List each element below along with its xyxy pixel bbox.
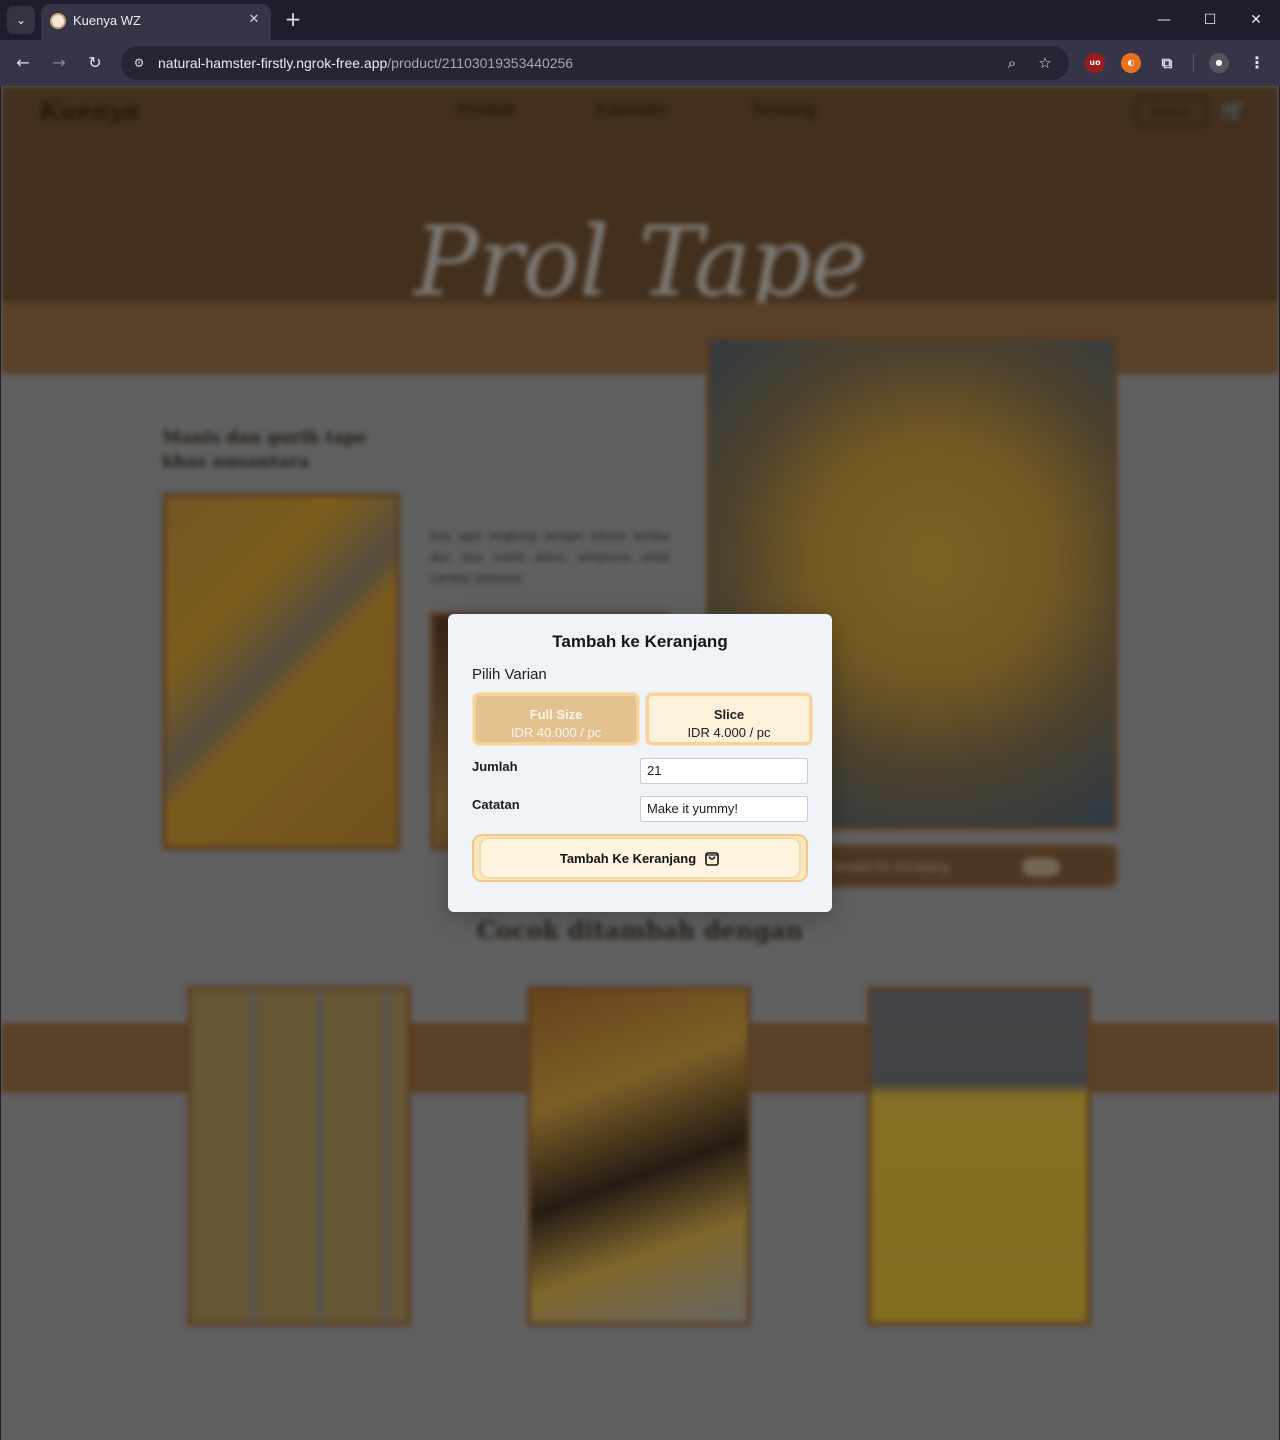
zoom-icon[interactable]: ⌕ xyxy=(1001,52,1023,74)
back-icon[interactable]: ← xyxy=(10,50,36,76)
add-to-cart-modal: Tambah ke Keranjang Pilih Varian Full Si… xyxy=(448,614,832,912)
tab-search-button[interactable]: ⌄ xyxy=(7,6,35,34)
variant-name: Full Size xyxy=(529,707,583,722)
ublock-extension-icon[interactable]: uo xyxy=(1085,53,1105,73)
variant-section-label: Pilih Varian xyxy=(472,666,547,683)
bookmark-star-icon[interactable]: ☆ xyxy=(1034,52,1056,74)
add-to-cart-button-face[interactable]: Tambah Ke Keranjang xyxy=(481,839,799,877)
url-host: natural-hamster-firstly.ngrok-free.app xyxy=(158,55,388,71)
variant-name: Slice xyxy=(713,707,745,722)
close-window-icon[interactable]: ✕ xyxy=(1244,8,1268,32)
orange-extension-icon[interactable]: ◐ xyxy=(1121,53,1141,73)
maximize-icon[interactable]: ☐ xyxy=(1198,8,1222,32)
notes-input[interactable]: Make it yummy! xyxy=(640,796,808,822)
browser-tab-strip: ⌄ Kuenya WZ ✕ + — ☐ ✕ xyxy=(0,0,1280,40)
profile-avatar[interactable]: ● xyxy=(1209,53,1229,73)
variant-option-slice[interactable]: Slice IDR 4.000 / pc xyxy=(645,692,813,746)
add-to-cart-button-label: Tambah Ke Keranjang xyxy=(559,850,697,866)
variant-price: IDR 40.000 / pc xyxy=(510,725,602,740)
tab-title: Kuenya WZ xyxy=(73,13,141,28)
extensions-puzzle-icon[interactable]: ⧉ xyxy=(1157,53,1177,73)
modal-title: Tambah ke Keranjang xyxy=(552,632,728,651)
url-text[interactable]: natural-hamster-firstly.ngrok-free.app/p… xyxy=(158,55,573,71)
close-tab-icon[interactable]: ✕ xyxy=(245,11,263,29)
forward-icon[interactable]: → xyxy=(46,50,72,76)
browser-tab[interactable]: Kuenya WZ ✕ xyxy=(41,4,271,40)
browser-menu-icon[interactable]: ⋮ xyxy=(1247,53,1267,73)
quantity-input[interactable]: 21 xyxy=(640,758,808,784)
minimize-icon[interactable]: — xyxy=(1152,8,1176,32)
add-to-cart-button[interactable]: Tambah Ke Keranjang xyxy=(472,834,808,882)
notes-label: Catatan xyxy=(472,797,520,812)
new-tab-button[interactable]: + xyxy=(282,8,304,30)
url-path: /product/21103019353440256 xyxy=(387,55,574,71)
quantity-label: Jumlah xyxy=(472,759,518,774)
toolbar-divider xyxy=(1193,54,1194,72)
shopping-bag-icon xyxy=(705,852,719,866)
variant-price: IDR 4.000 / pc xyxy=(687,725,771,740)
site-info-icon[interactable]: ⚙ xyxy=(129,53,149,73)
browser-toolbar: ← → ↻ ⚙ natural-hamster-firstly.ngrok-fr… xyxy=(0,40,1280,86)
reload-icon[interactable]: ↻ xyxy=(82,50,108,76)
site-favicon-icon xyxy=(50,13,66,29)
address-bar[interactable]: ⚙ natural-hamster-firstly.ngrok-free.app… xyxy=(121,46,1069,80)
variant-option-full-size[interactable]: Full Size IDR 40.000 / pc xyxy=(472,692,640,746)
